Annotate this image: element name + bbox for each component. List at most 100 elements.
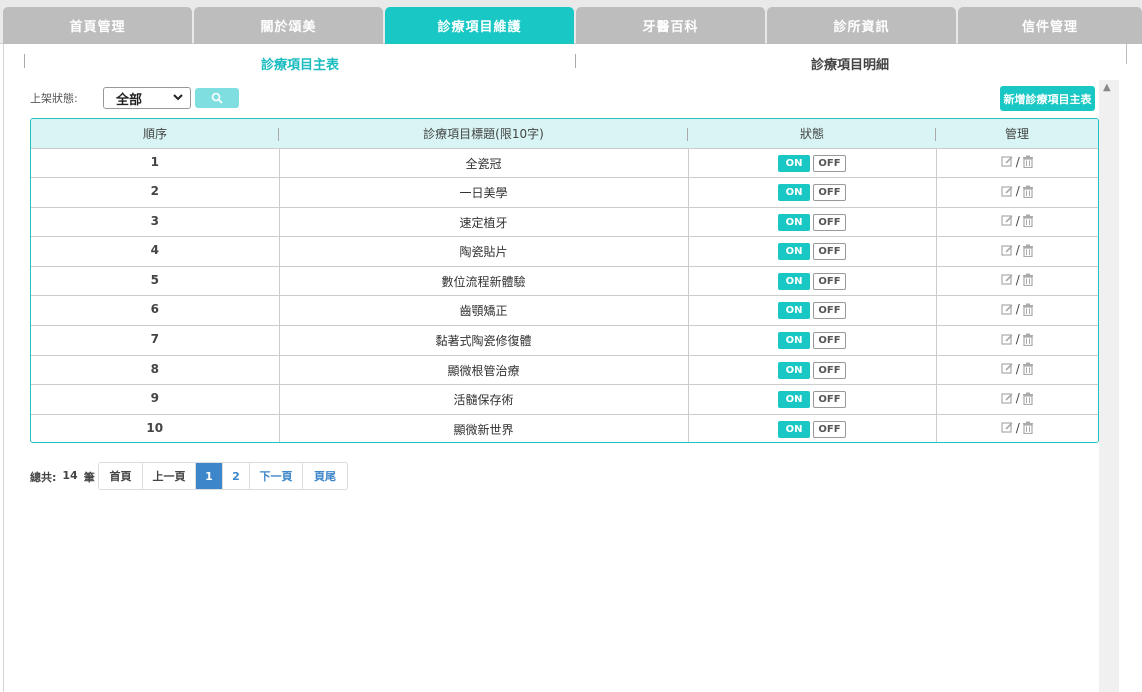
status-on-button[interactable]: ON <box>778 361 810 379</box>
page-last[interactable]: 頁尾 <box>302 463 347 489</box>
row-manage: / <box>935 295 1098 326</box>
tab-about[interactable]: 關於頌美 <box>194 7 383 44</box>
trash-icon[interactable] <box>1022 214 1034 228</box>
page-number[interactable]: 2 <box>222 463 249 489</box>
scrollbar[interactable]: ▲ <box>1099 80 1119 692</box>
edit-icon[interactable] <box>1001 185 1014 198</box>
status-on-button[interactable]: ON <box>778 154 810 172</box>
header-title: 診療項目標題(限10字) <box>279 119 688 148</box>
top-nav: 首頁管理 關於頌美 診療項目維護 牙醫百科 診所資訊 信件管理 <box>0 0 1142 44</box>
total-value: 14 <box>62 469 78 482</box>
status-off-button[interactable]: OFF <box>813 184 846 202</box>
table-row: 5 數位流程新體驗 ON OFF / <box>31 265 1098 296</box>
page-number[interactable]: 1 <box>195 463 222 489</box>
tab-dental-encyclopedia[interactable]: 牙醫百科 <box>576 7 765 44</box>
page-prev[interactable]: 上一頁 <box>142 463 195 489</box>
status-off-button[interactable]: OFF <box>813 302 846 320</box>
status-on-button[interactable]: ON <box>778 391 810 409</box>
table-row: 4 陶瓷貼片 ON OFF / <box>31 236 1098 267</box>
status-off-button[interactable]: OFF <box>813 154 846 172</box>
scroll-up-icon[interactable]: ▲ <box>1103 82 1111 93</box>
status-on-button[interactable]: ON <box>778 272 810 290</box>
edit-icon[interactable] <box>1001 214 1014 227</box>
separator: / <box>1015 243 1020 258</box>
tab-home-management[interactable]: 首頁管理 <box>3 7 192 44</box>
row-title: 活髓保存術 <box>278 384 688 415</box>
edit-icon[interactable] <box>1001 333 1014 346</box>
table-row: 9 活髓保存術 ON OFF / <box>31 384 1098 415</box>
status-off-button[interactable]: OFF <box>813 361 846 379</box>
edit-icon[interactable] <box>1001 392 1014 405</box>
frame-border <box>1126 44 1127 64</box>
edit-icon[interactable] <box>1001 362 1014 375</box>
page-next[interactable]: 下一頁 <box>249 463 302 489</box>
row-status: ON OFF <box>687 236 936 267</box>
subtab-main-table[interactable]: 診療項目主表 <box>25 52 575 74</box>
status-on-button[interactable]: ON <box>778 302 810 320</box>
treatment-table: 順序 診療項目標題(限10字) 狀態 管理 1 全瓷冠 ON OFF/2 一日美學 ON O… <box>30 118 1099 443</box>
trash-icon[interactable] <box>1022 303 1034 316</box>
trash-icon[interactable] <box>1022 333 1034 346</box>
status-off-button[interactable]: OFF <box>813 213 846 231</box>
status-on-button[interactable]: ON <box>778 243 810 261</box>
separator: / <box>1015 391 1020 406</box>
table-row: 1 全瓷冠 ON OFF / <box>31 147 1098 178</box>
header-status: 狀態 <box>688 119 936 148</box>
trash-icon[interactable] <box>1022 185 1034 198</box>
separator: / <box>1015 302 1020 317</box>
pagination: 首頁 上一頁 1 2 下一頁 頁尾 <box>98 462 348 490</box>
tab-treatment-items[interactable]: 診療項目維護 <box>385 7 574 44</box>
trash-icon[interactable] <box>1022 362 1034 376</box>
row-order: 9 <box>31 384 279 415</box>
trash-icon[interactable] <box>1022 273 1034 287</box>
row-manage: / <box>935 265 1098 296</box>
row-order: 2 <box>31 177 279 208</box>
row-status: ON OFF <box>687 177 936 208</box>
separator: / <box>1015 332 1020 347</box>
edit-icon[interactable] <box>1001 155 1014 168</box>
row-title: 全瓷冠 <box>278 147 688 178</box>
status-off-button[interactable]: OFF <box>813 332 846 350</box>
separator: / <box>1015 361 1020 376</box>
trash-icon[interactable] <box>1022 392 1034 405</box>
row-manage: / <box>935 177 1098 208</box>
row-status: ON OFF <box>687 325 936 356</box>
status-off-button[interactable]: OFF <box>813 272 846 290</box>
tab-mail-management[interactable]: 信件管理 <box>958 7 1142 44</box>
search-button[interactable] <box>195 88 239 108</box>
row-order: 5 <box>31 265 279 296</box>
row-manage: / <box>935 325 1098 356</box>
edit-icon[interactable] <box>1001 303 1014 316</box>
row-status: ON OFF <box>687 413 936 442</box>
status-on-button[interactable]: ON <box>778 213 810 231</box>
status-on-button[interactable]: ON <box>778 332 810 350</box>
status-filter-select[interactable]: 全部 <box>103 87 191 109</box>
trash-icon[interactable] <box>1022 244 1034 257</box>
status-on-button[interactable]: ON <box>778 184 810 202</box>
total-count: 總共: 14 筆 <box>30 469 95 485</box>
table-row: 6 齒顎矯正 ON OFF / <box>31 295 1098 326</box>
add-treatment-main-button[interactable]: 新增診療項目主表 <box>1000 86 1095 111</box>
header-manage: 管理 <box>1004 126 1029 141</box>
subtab-detail[interactable]: 診療項目明細 <box>576 52 1124 74</box>
edit-icon[interactable] <box>1001 273 1014 286</box>
separator: / <box>1015 272 1020 287</box>
edit-icon[interactable] <box>1001 421 1014 434</box>
trash-icon[interactable] <box>1022 421 1034 435</box>
status-off-button[interactable]: OFF <box>813 243 846 261</box>
row-title: 齒顎矯正 <box>278 295 688 326</box>
row-status: ON OFF <box>687 354 936 385</box>
row-title: 速定植牙 <box>278 206 688 237</box>
trash-icon[interactable] <box>1022 155 1034 168</box>
edit-icon[interactable] <box>1001 244 1014 257</box>
row-status: ON OFF <box>687 265 936 296</box>
row-order: 8 <box>31 354 279 385</box>
status-off-button[interactable]: OFF <box>813 391 846 409</box>
status-off-button[interactable]: OFF <box>813 420 846 438</box>
tab-clinic-info[interactable]: 診所資訊 <box>767 7 956 44</box>
table-row: 7 黏著式陶瓷修復體 ON OFF / <box>31 325 1098 356</box>
page-first[interactable]: 首頁 <box>99 463 142 489</box>
status-on-button[interactable]: ON <box>778 420 810 438</box>
row-order: 6 <box>31 295 279 326</box>
row-title: 數位流程新體驗 <box>278 265 688 296</box>
